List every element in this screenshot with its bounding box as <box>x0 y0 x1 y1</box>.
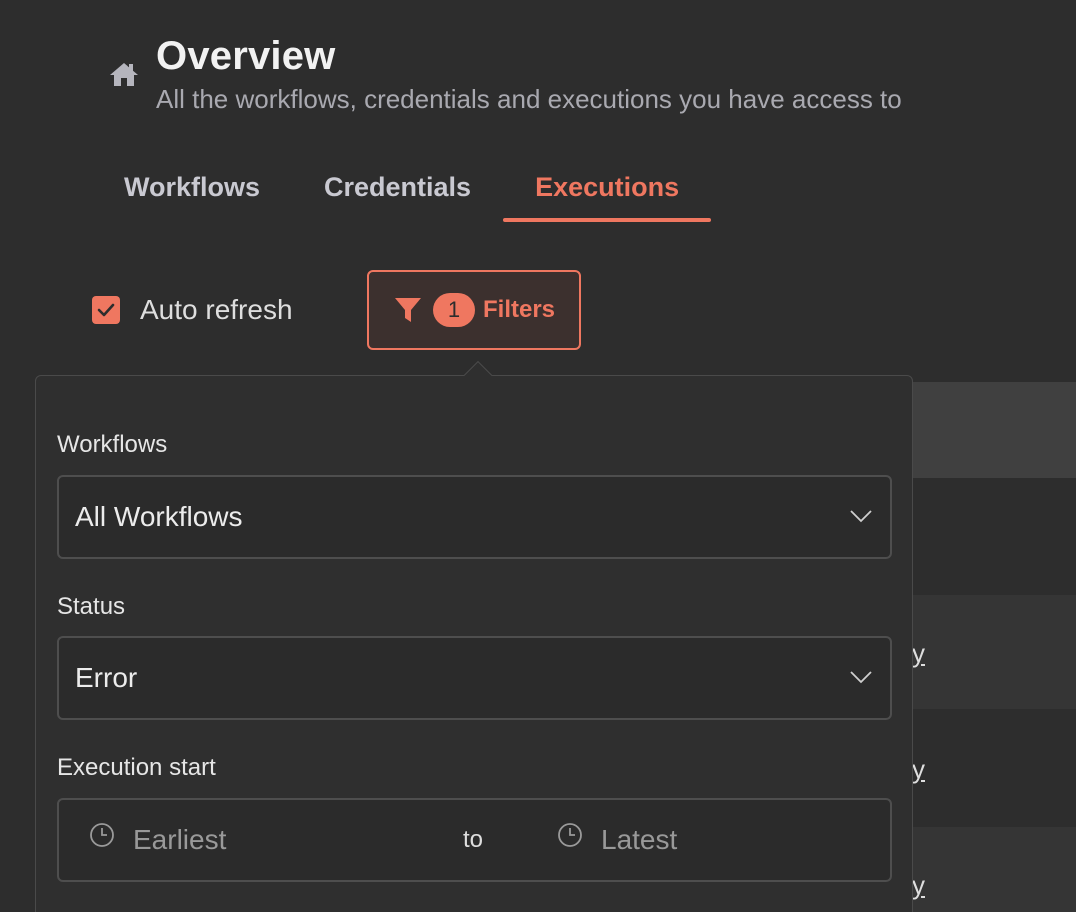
clock-icon <box>558 823 582 847</box>
page-title: Overview <box>156 34 336 78</box>
date-range-separator: to <box>463 826 484 853</box>
chevron-down-icon <box>850 510 872 523</box>
end-date-input[interactable]: Latest <box>557 800 677 880</box>
auto-refresh-label: Auto refresh <box>140 294 293 325</box>
page-subtitle: All the workflows, credentials and execu… <box>156 84 902 114</box>
workflows-select[interactable]: All Workflows <box>57 475 892 559</box>
workflows-filter-label: Workflows <box>57 431 168 458</box>
home-icon <box>110 63 138 86</box>
auto-refresh-checkbox[interactable] <box>92 296 120 324</box>
workflows-select-value: All Workflows <box>75 501 243 532</box>
status-select-value: Error <box>75 662 138 693</box>
chevron-down-icon <box>850 671 872 684</box>
filters-count-badge: 1 <box>433 293 475 327</box>
row-text-fragment[interactable]: y <box>912 638 925 669</box>
end-date-placeholder: Latest <box>601 824 678 855</box>
filters-label: Filters <box>483 296 556 323</box>
tab-credentials[interactable]: Credentials <box>292 158 503 222</box>
auto-refresh: Auto refresh <box>92 294 293 326</box>
funnel-icon <box>395 298 421 322</box>
filters-button[interactable]: 1 Filters <box>367 270 581 350</box>
execution-start-range: Earliest to Latest <box>57 798 892 882</box>
tab-executions[interactable]: Executions <box>503 158 712 222</box>
row-text-fragment[interactable]: y <box>912 870 925 901</box>
row-text-fragment[interactable]: y <box>912 754 925 785</box>
check-icon <box>97 303 115 317</box>
start-date-input[interactable]: Earliest <box>89 800 226 880</box>
filter-popover: Workflows All Workflows Status Error Exe… <box>35 375 913 912</box>
start-date-placeholder: Earliest <box>133 824 227 855</box>
tab-workflows[interactable]: Workflows <box>92 158 292 222</box>
status-filter-label: Status <box>57 593 126 620</box>
clock-icon <box>90 823 114 847</box>
status-select[interactable]: Error <box>57 636 892 720</box>
execution-start-label: Execution start <box>57 754 216 781</box>
tab-bar: Workflows Credentials Executions <box>92 158 712 222</box>
